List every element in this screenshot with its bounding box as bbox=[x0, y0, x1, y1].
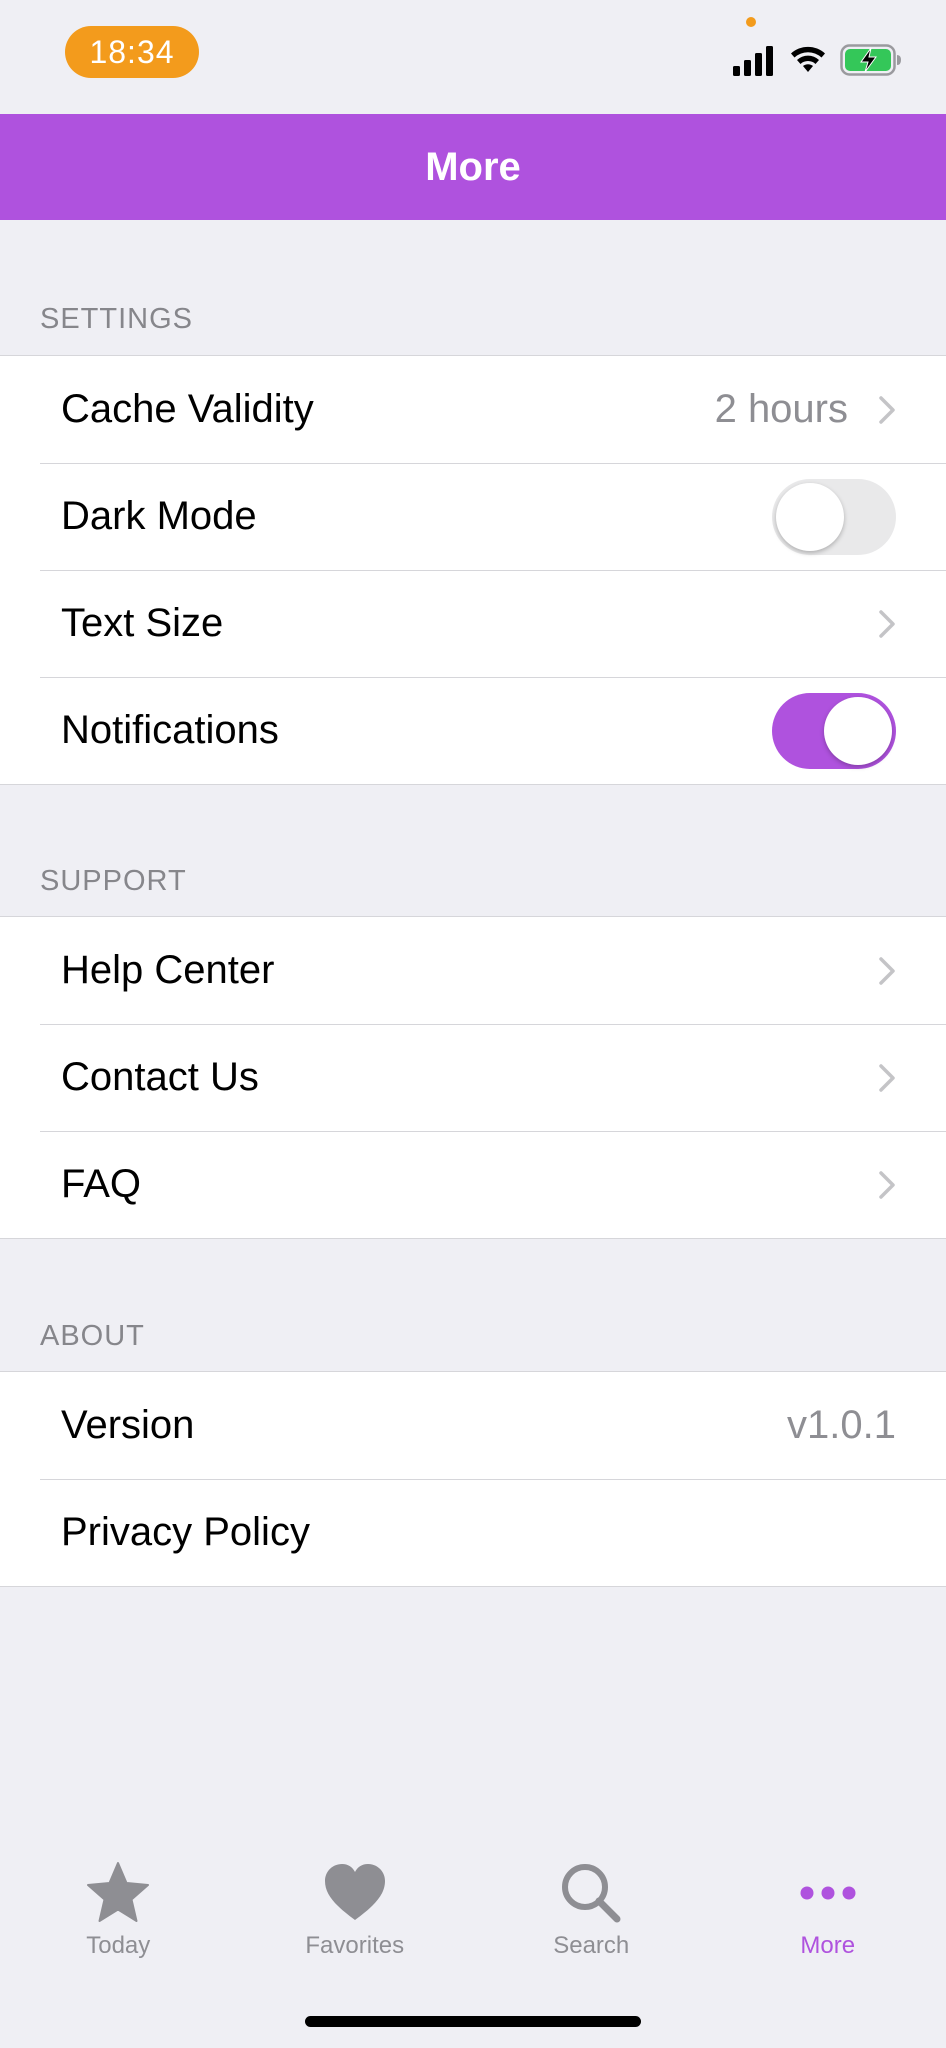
contact-us-row[interactable]: Contact Us bbox=[0, 1024, 946, 1131]
text-size-row[interactable]: Text Size bbox=[0, 570, 946, 677]
status-time[interactable]: 18:34 bbox=[65, 26, 199, 78]
magnifier-icon bbox=[562, 1864, 621, 1923]
chevron-right-icon bbox=[879, 1170, 895, 1199]
version-value: v1.0.1 bbox=[787, 1403, 896, 1447]
notifications-label: Notifications bbox=[61, 708, 279, 752]
dark-mode-label: Dark Mode bbox=[61, 494, 257, 538]
support-group: Help Center Contact Us FAQ bbox=[0, 916, 946, 1239]
notifications-toggle[interactable] bbox=[772, 692, 896, 769]
toggle-knob bbox=[824, 696, 892, 765]
contact-us-label: Contact Us bbox=[61, 1055, 259, 1099]
tab-more[interactable]: More bbox=[710, 1830, 946, 2048]
star-icon bbox=[87, 1862, 150, 1922]
dark-mode-row: Dark Mode bbox=[0, 463, 946, 570]
support-section-header: SUPPORT bbox=[40, 865, 187, 897]
settings-section-header: SETTINGS bbox=[40, 303, 194, 335]
help-center-row[interactable]: Help Center bbox=[0, 917, 946, 1024]
battery-charging-icon bbox=[840, 44, 901, 76]
cache-validity-row[interactable]: Cache Validity 2 hours bbox=[0, 356, 946, 463]
chevron-right-icon bbox=[879, 1063, 895, 1092]
privacy-policy-label: Privacy Policy bbox=[61, 1510, 310, 1554]
tab-label: Favorites bbox=[305, 1932, 405, 1959]
faq-row[interactable]: FAQ bbox=[0, 1131, 946, 1238]
dark-mode-toggle[interactable] bbox=[772, 478, 896, 555]
wifi-icon bbox=[791, 46, 825, 72]
about-group: Version v1.0.1 Privacy Policy bbox=[0, 1371, 946, 1587]
home-indicator[interactable] bbox=[305, 2016, 641, 2027]
navigation-bar: More bbox=[0, 114, 946, 220]
chevron-right-icon bbox=[879, 956, 895, 985]
chevron-right-icon bbox=[879, 609, 895, 638]
cellular-signal-icon bbox=[733, 46, 773, 76]
cache-validity-value: 2 hours bbox=[714, 387, 848, 431]
heart-icon bbox=[324, 1864, 385, 1920]
ellipsis-icon bbox=[800, 1886, 856, 1900]
help-center-label: Help Center bbox=[61, 948, 275, 992]
version-row: Version v1.0.1 bbox=[0, 1372, 946, 1479]
chevron-right-icon bbox=[879, 395, 895, 424]
settings-group: Cache Validity 2 hours Dark Mode Text Si… bbox=[0, 355, 946, 785]
toggle-knob bbox=[776, 482, 844, 551]
text-size-label: Text Size bbox=[61, 601, 224, 645]
status-bar: 18:34 bbox=[0, 0, 946, 114]
privacy-policy-row[interactable]: Privacy Policy bbox=[0, 1479, 946, 1586]
notifications-row: Notifications bbox=[0, 677, 946, 784]
cache-validity-label: Cache Validity bbox=[61, 387, 314, 431]
version-label: Version bbox=[61, 1403, 195, 1447]
tab-today[interactable]: Today bbox=[0, 1830, 237, 2048]
tab-label: Today bbox=[86, 1932, 151, 1959]
privacy-indicator-dot bbox=[746, 17, 756, 27]
page-title: More bbox=[425, 145, 521, 189]
faq-label: FAQ bbox=[61, 1162, 142, 1206]
tab-label: Search bbox=[553, 1932, 630, 1959]
tab-label: More bbox=[800, 1932, 856, 1959]
about-section-header: ABOUT bbox=[40, 1320, 145, 1352]
